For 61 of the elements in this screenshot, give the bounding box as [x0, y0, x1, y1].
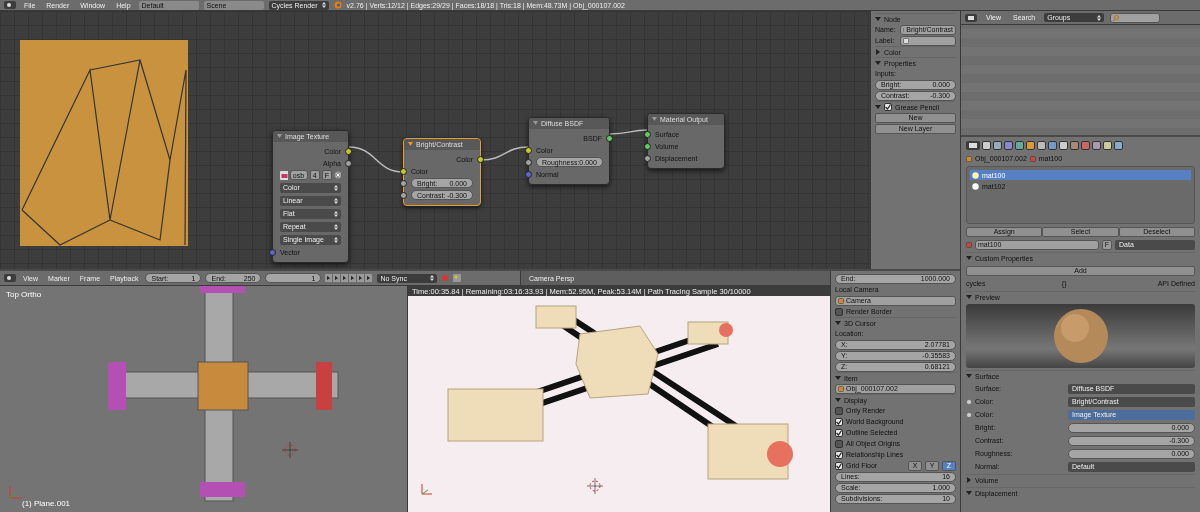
checkbox[interactable]: [835, 417, 843, 426]
disclosure-triangle-icon[interactable]: [966, 373, 972, 379]
disclosure-triangle-icon[interactable]: [966, 294, 972, 300]
input-socket[interactable]: [269, 249, 276, 256]
image-icon[interactable]: [280, 170, 288, 180]
collapse-triangle-icon[interactable]: [277, 134, 282, 139]
checkbox[interactable]: [835, 461, 843, 470]
field-icon: [838, 385, 844, 392]
output-socket[interactable]: [606, 135, 613, 142]
view-label: Top Ortho: [6, 290, 42, 299]
disclosure-triangle-icon[interactable]: [835, 375, 841, 381]
blender-logo-icon: [333, 1, 342, 9]
node-link: [609, 129, 648, 135]
updown-arrows-icon: [334, 184, 338, 191]
editor-type-icon[interactable]: [4, 1, 16, 9]
checkbox[interactable]: [835, 439, 843, 448]
checkbox[interactable]: [835, 406, 843, 415]
collapse-triangle-icon[interactable]: [408, 142, 413, 147]
playback-controls-icon[interactable]: [325, 274, 374, 282]
field-icon: [1029, 155, 1036, 162]
disclosure-triangle-icon[interactable]: [875, 49, 881, 55]
search-field[interactable]: [1110, 12, 1161, 23]
collapse-triangle-icon[interactable]: [652, 117, 657, 122]
key-icon[interactable]: [453, 274, 462, 282]
search-icon: [1113, 14, 1120, 21]
editor-type-icon[interactable]: [4, 274, 16, 282]
output-socket[interactable]: [477, 156, 484, 163]
3d-cursor-icon: [281, 441, 299, 459]
close-icon[interactable]: [334, 171, 341, 179]
field-icon: [838, 297, 844, 304]
disclosure-triangle-icon[interactable]: [966, 490, 972, 496]
updown-arrows-icon: [334, 197, 338, 204]
updown-arrows-icon: [334, 236, 338, 243]
checkbox[interactable]: [884, 103, 892, 111]
disclosure-triangle-icon[interactable]: [966, 477, 972, 483]
3d-cursor-icon: [586, 477, 604, 495]
sphere-drawing: [1052, 308, 1109, 364]
updown-arrows-icon: [430, 275, 435, 281]
checkbox[interactable]: [835, 450, 843, 459]
object-label: (1) Plane.001: [22, 499, 71, 508]
collapse-triangle-icon[interactable]: [533, 121, 538, 126]
disclosure-triangle-icon[interactable]: [875, 60, 881, 66]
checkbox[interactable]: [835, 307, 843, 316]
updown-arrows-icon: [334, 223, 338, 230]
disclosure-triangle-icon[interactable]: [875, 104, 881, 110]
axes-icon: [421, 483, 433, 495]
updown-arrows-icon: [334, 210, 338, 217]
editor-type-icon[interactable]: [965, 13, 977, 22]
checkbox[interactable]: [835, 428, 843, 437]
text-field[interactable]: [900, 35, 956, 46]
disclosure-triangle-icon[interactable]: [875, 16, 881, 22]
field-icon: [966, 155, 972, 162]
editor-type-icon[interactable]: [966, 141, 980, 150]
updown-arrows-icon: [1097, 14, 1102, 21]
disclosure-triangle-icon[interactable]: [835, 320, 841, 326]
field-icon: [966, 241, 972, 248]
node-editor-canvas[interactable]: [0, 11, 870, 269]
axes-icon: [9, 485, 23, 499]
disclosure-triangle-icon[interactable]: [835, 397, 841, 403]
disclosure-triangle-icon[interactable]: [966, 255, 972, 261]
updown-arrows-icon: [321, 2, 326, 8]
